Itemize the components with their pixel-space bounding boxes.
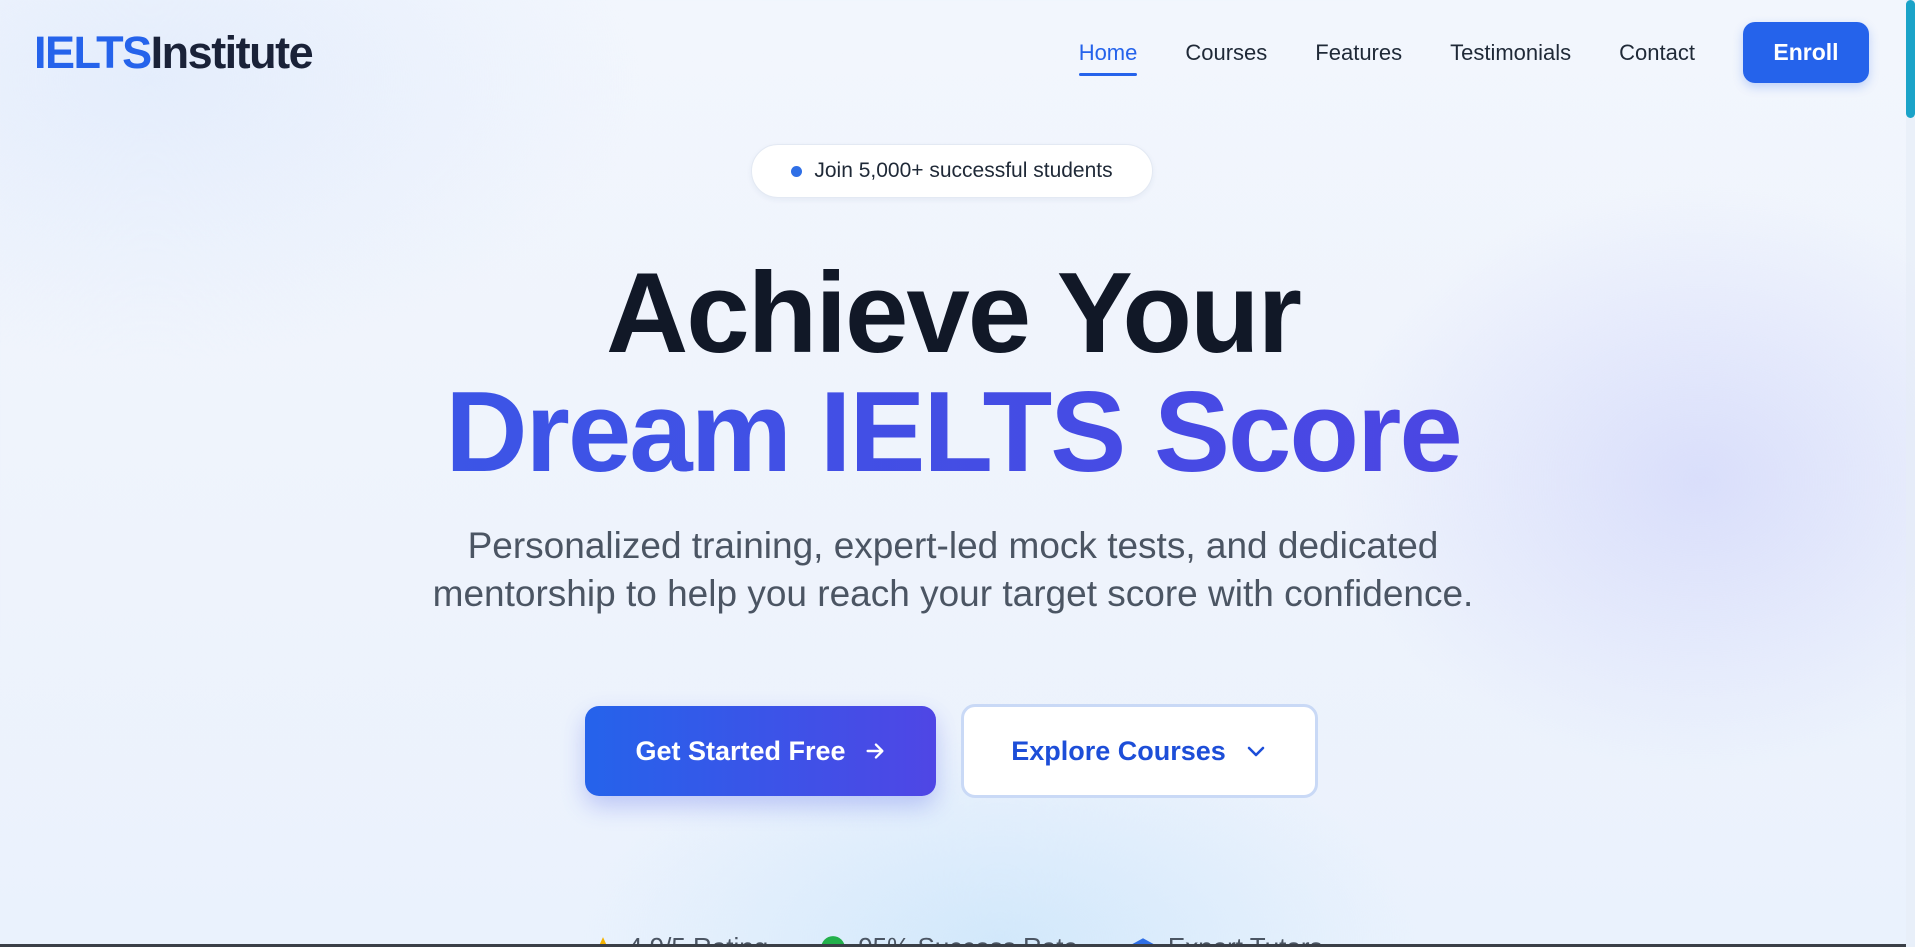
hero-subtitle: Personalized training, expert-led mock t… xyxy=(0,522,1906,618)
subtitle-line-2: mentorship to help you reach your target… xyxy=(432,573,1474,614)
site-header: IELTSInstitute Home Courses Features Tes… xyxy=(0,0,1906,106)
main-nav: Home Courses Features Testimonials Conta… xyxy=(1078,36,1695,76)
enroll-button[interactable]: Enroll xyxy=(1743,22,1869,83)
headline-line-1: Achieve Your xyxy=(605,250,1302,377)
nav-item-contact[interactable]: Contact xyxy=(1619,36,1695,76)
subtitle-line-1: Personalized training, expert-led mock t… xyxy=(467,525,1439,566)
headline-highlight: Dream IELTS Score xyxy=(445,369,1463,496)
nav-item-testimonials[interactable]: Testimonials xyxy=(1450,36,1571,76)
get-started-label: Get Started Free xyxy=(635,735,846,766)
scrollbar-thumb[interactable] xyxy=(1906,0,1915,118)
logo[interactable]: IELTSInstitute xyxy=(34,27,314,79)
badge-text: Join 5,000+ successful students xyxy=(814,159,1113,182)
nav-item-features[interactable]: Features xyxy=(1315,36,1402,76)
explore-courses-button[interactable]: Explore Courses xyxy=(961,704,1318,798)
logo-accent: IELTS xyxy=(34,27,152,78)
students-badge: Join 5,000+ successful students xyxy=(751,144,1153,198)
arrow-right-icon xyxy=(864,740,886,762)
scrollbar[interactable] xyxy=(1906,0,1915,947)
logo-rest: Institute xyxy=(150,27,314,78)
nav-item-courses[interactable]: Courses xyxy=(1185,36,1267,76)
chevron-down-icon xyxy=(1244,739,1268,763)
headline-line-2: Dream IELTS Score xyxy=(0,371,1906,495)
nav-item-home[interactable]: Home xyxy=(1078,36,1137,76)
get-started-button[interactable]: Get Started Free xyxy=(585,706,936,796)
explore-courses-label: Explore Courses xyxy=(1011,735,1226,766)
dot-icon xyxy=(791,165,803,177)
